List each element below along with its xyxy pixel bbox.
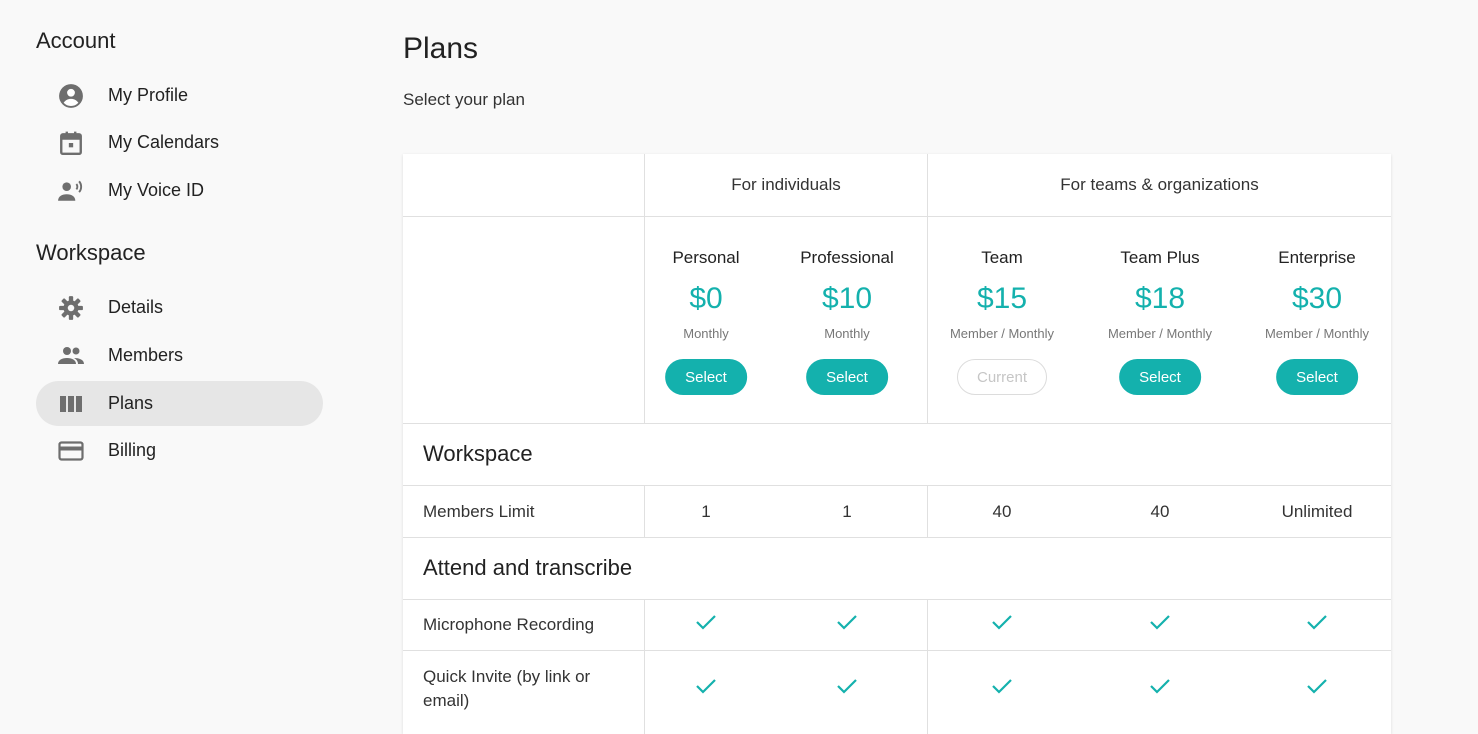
sidebar-item-members[interactable]: Members [36,333,323,378]
plan-name: Enterprise [1278,248,1356,267]
check-icon [631,677,781,695]
plan-period: Member / Monthly [1107,326,1213,341]
sidebar-item-label: My Calendars [108,132,220,152]
feature-label: Microphone Recording [423,615,595,634]
account-section-title: Account [36,28,116,53]
sidebar-item-my-voice-id[interactable]: My Voice ID [36,168,323,213]
divider [403,599,1391,600]
sidebar-item-label: Members [108,345,184,365]
plan-period: Member / Monthly [949,326,1055,341]
gear-icon [57,294,85,322]
page-title: Plans [403,32,479,65]
members-limit-personal: 1 [701,502,711,521]
section-workspace: Workspace [403,423,1391,485]
divider [927,599,928,650]
sidebar-item-label: Details [108,297,164,317]
check-icon [772,613,922,631]
select-personal-button[interactable]: Select [665,359,747,395]
workspace-section-title: Workspace [36,240,146,265]
select-professional-button[interactable]: Select [806,359,888,395]
plan-price: $10 [821,282,873,315]
divider [644,485,645,537]
divider [403,485,1391,486]
members-limit-team-plus: 40 [1150,502,1170,521]
people-icon [57,342,85,370]
sidebar-item-billing[interactable]: Billing [36,428,323,473]
sidebar-item-label: My Profile [108,85,189,105]
plan-period: Monthly [683,326,729,341]
plan-team: Team $15 Member / Monthly Current [927,216,1077,423]
divider [644,599,645,650]
check-icon [1242,677,1392,695]
sidebar: Account My Profile My Calendars My Voice… [0,0,340,726]
plan-price: $15 [976,282,1028,315]
plan-personal: Personal $0 Monthly Select [631,216,781,423]
feature-label: Members Limit [423,502,535,521]
members-limit-team: 40 [992,502,1012,521]
check-icon [927,677,1077,695]
check-icon [927,613,1077,631]
plan-name: Team [981,248,1023,267]
divider [644,650,645,734]
plan-name: Professional [800,248,894,267]
voice-id-icon [57,177,85,205]
check-icon [772,677,922,695]
credit-card-icon [57,437,85,465]
plan-period: Member / Monthly [1264,326,1370,341]
sidebar-item-my-profile[interactable]: My Profile [36,73,323,118]
feature-label: Quick Invite (by link or email) [423,667,591,710]
sidebar-item-plans[interactable]: Plans [36,381,323,426]
plan-period: Monthly [824,326,870,341]
account-circle-icon [57,82,85,110]
select-team-plus-button[interactable]: Select [1119,359,1201,395]
section-title: Attend and transcribe [423,555,633,580]
section-title: Workspace [423,441,533,466]
current-plan-button: Current [957,359,1047,395]
sidebar-item-label: Plans [108,393,154,413]
sidebar-item-label: Billing [108,440,157,460]
members-limit-enterprise: Unlimited [1281,502,1353,521]
columns-icon [57,390,85,418]
sidebar-item-my-calendars[interactable]: My Calendars [36,120,323,165]
divider [403,650,1391,651]
plan-name: Personal [672,248,740,267]
members-limit-professional: 1 [842,502,852,521]
plan-team-plus: Team Plus $18 Member / Monthly Select [1085,216,1235,423]
check-icon [1085,613,1235,631]
plan-name: Team Plus [1120,248,1200,267]
plans-table: For individuals For teams & organization… [403,154,1391,734]
page-subtitle: Select your plan [403,90,525,109]
plan-price: $0 [689,282,723,315]
plan-enterprise: Enterprise $30 Member / Monthly Select [1242,216,1392,423]
group-header-teams: For teams & organizations [1060,175,1259,194]
divider [927,485,928,537]
check-icon [1242,613,1392,631]
select-enterprise-button[interactable]: Select [1276,359,1358,395]
calendar-icon [57,129,85,157]
check-icon [631,613,781,631]
plan-price: $30 [1291,282,1343,315]
plan-price: $18 [1134,282,1186,315]
check-icon [1085,677,1235,695]
sidebar-item-details[interactable]: Details [36,285,323,330]
divider [927,650,928,734]
plan-professional: Professional $10 Monthly Select [772,216,922,423]
sidebar-item-label: My Voice ID [108,180,205,200]
section-attend-and-transcribe: Attend and transcribe [403,537,1391,599]
group-header-individuals: For individuals [731,175,841,194]
